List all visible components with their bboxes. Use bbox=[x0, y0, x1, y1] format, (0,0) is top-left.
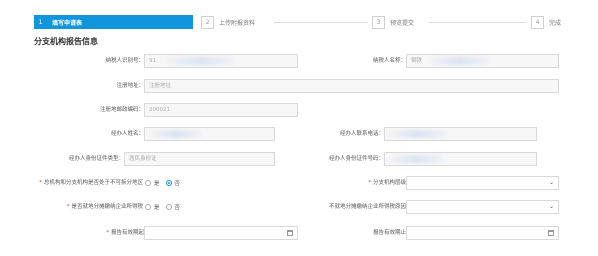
step-preview-submit: 3 预览提交 bbox=[372, 15, 414, 29]
no-local-reason-label: 不就地分摊缴纳企业所得税原因 bbox=[328, 204, 406, 210]
step-number: 3 bbox=[372, 15, 385, 29]
agent-phone-field[interactable] bbox=[384, 127, 537, 141]
agent-name-field[interactable] bbox=[144, 127, 275, 141]
valid-to-label: 报告有效期止 bbox=[372, 230, 406, 236]
redacted-value bbox=[429, 57, 489, 65]
inseparable-area-radio-group: 是 否 bbox=[145, 176, 186, 190]
calendar-icon[interactable] bbox=[287, 230, 293, 236]
section-title: 分支机构报告信息 bbox=[34, 37, 98, 46]
valid-from-date-input[interactable] bbox=[144, 226, 298, 240]
branch-type-text: 分支机构层级 bbox=[372, 180, 406, 186]
step-complete: 4 完成 bbox=[531, 15, 561, 29]
reg-address-label: 注册地址： bbox=[116, 83, 144, 89]
radio-no-label: 否 bbox=[174, 205, 181, 211]
step-number: 4 bbox=[531, 15, 544, 29]
taxpayer-id-label: 纳税人识别号： bbox=[105, 58, 144, 64]
branch-type-label: * 分支机构层级 bbox=[320, 176, 406, 190]
agent-phone-label: 经办人联系电话： bbox=[339, 131, 384, 137]
radio-yes-label: 是 bbox=[154, 205, 160, 211]
agent-id-type-field[interactable]: 居民身份证 bbox=[124, 152, 275, 166]
radio-no-label: 否 bbox=[174, 181, 181, 187]
required-mark: * bbox=[39, 180, 42, 186]
radio-yes[interactable] bbox=[145, 180, 151, 186]
inseparable-area-label: * 总机构和分支机构是否处于不可拆分地区 bbox=[20, 176, 143, 190]
step-connector bbox=[429, 22, 527, 23]
local-income-text: 是否就地分摊缴纳企业所得税 bbox=[71, 204, 143, 210]
step-connector bbox=[274, 22, 368, 23]
valid-from-text: 报告有效期起 bbox=[110, 230, 144, 236]
chevron-down-icon: ⌄ bbox=[548, 203, 554, 210]
local-income-radio-group: 是 否 bbox=[145, 200, 186, 214]
agent-id-no-label: 经办人身份证件号码： bbox=[328, 156, 384, 162]
radio-no[interactable] bbox=[165, 180, 172, 186]
taxpayer-id-prefix: 91 bbox=[149, 58, 156, 64]
taxpayer-name-prefix: 钢铁 bbox=[411, 58, 423, 64]
step-upload-documents: 2 上传附报资料 bbox=[201, 15, 255, 29]
step-fill-application: 1 填写申请表 bbox=[34, 15, 193, 29]
chevron-down-icon: ⌄ bbox=[548, 179, 554, 186]
step-label: 预览提交 bbox=[390, 19, 415, 27]
step-number: 1 bbox=[34, 15, 47, 29]
progress-stepper: 1 填写申请表 2 上传附报资料 3 预览提交 4 完成 bbox=[34, 15, 561, 29]
local-income-label: * 是否就地分摊缴纳企业所得税 bbox=[30, 200, 143, 214]
calendar-icon[interactable] bbox=[548, 230, 554, 236]
valid-to-date-input[interactable] bbox=[406, 226, 559, 240]
step-number: 2 bbox=[201, 15, 214, 29]
redacted-value bbox=[165, 57, 235, 65]
postal-code-label: 注册地邮政编码： bbox=[99, 107, 144, 113]
step-label: 完成 bbox=[549, 19, 562, 27]
postal-code-field[interactable]: 200021 bbox=[144, 103, 298, 117]
step-label: 上传附报资料 bbox=[219, 19, 256, 27]
agent-name-label: 经办人姓名： bbox=[110, 131, 144, 137]
valid-from-label: * 报告有效期起 bbox=[60, 226, 144, 240]
taxpayer-id-field[interactable]: 91 bbox=[144, 54, 298, 68]
radio-no[interactable] bbox=[165, 204, 172, 210]
branch-type-select[interactable]: ⌄ bbox=[406, 176, 559, 190]
agent-id-no-field[interactable] bbox=[384, 152, 537, 166]
required-mark: * bbox=[66, 204, 70, 210]
redacted-value bbox=[151, 130, 201, 138]
taxpayer-name-field[interactable]: 钢铁 bbox=[406, 54, 559, 68]
inseparable-area-text: 总机构和分支机构是否处于不可拆分地区 bbox=[43, 180, 143, 186]
required-mark: * bbox=[368, 180, 371, 186]
reg-address-field[interactable]: 注册地址 bbox=[144, 79, 559, 93]
required-mark: * bbox=[106, 230, 109, 236]
redacted-value bbox=[389, 130, 447, 138]
agent-id-type-label: 经办人身份证件类型： bbox=[68, 156, 124, 162]
radio-yes-label: 是 bbox=[154, 181, 160, 187]
radio-yes[interactable] bbox=[145, 204, 151, 210]
step-label: 填写申请表 bbox=[52, 19, 83, 27]
redacted-value bbox=[389, 155, 443, 163]
taxpayer-name-label: 纳税人名称： bbox=[372, 58, 406, 64]
no-local-reason-select[interactable]: ⌄ bbox=[406, 200, 559, 214]
